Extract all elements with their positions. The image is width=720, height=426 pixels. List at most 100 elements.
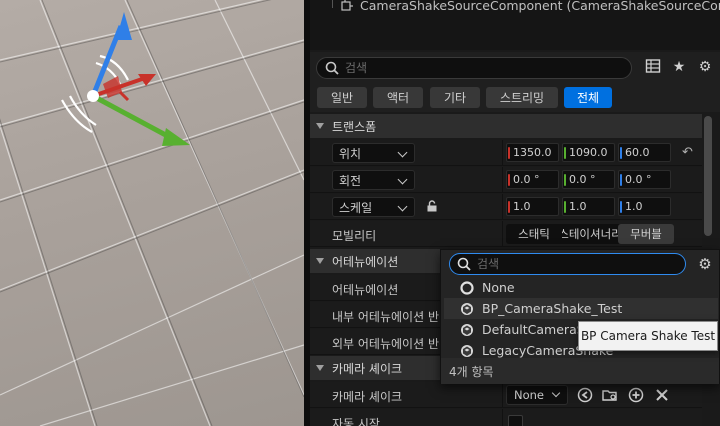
chevron-down-icon bbox=[316, 123, 324, 129]
property-row-rotation: 회전 0.0 ° 0.0 ° 0.0 ° bbox=[310, 167, 702, 193]
component-icon bbox=[341, 0, 353, 11]
z-axis-marker bbox=[620, 147, 622, 159]
column-divider bbox=[502, 140, 503, 165]
folder-icon[interactable] bbox=[601, 387, 619, 405]
property-row-location: 위치 1350.0 1090.0 60.0 ↶ bbox=[310, 140, 702, 166]
x-axis-marker bbox=[508, 147, 510, 159]
component-label: CameraShakeSourceComponent (CameraShakeS… bbox=[360, 0, 720, 13]
filter-actor[interactable]: 액터 bbox=[373, 87, 423, 108]
scale-z-field[interactable]: 1.0 bbox=[618, 197, 671, 216]
reset-arrow-icon[interactable]: ↶ bbox=[682, 146, 696, 160]
none-circle-icon bbox=[460, 280, 474, 295]
clear-icon[interactable] bbox=[653, 387, 671, 405]
property-row-scale: 스케일 1.0 1.0 1.0 bbox=[310, 194, 702, 220]
class-picker-popup: ⚙ None BP_CameraShake_Test DefaultCamera… bbox=[440, 249, 720, 384]
filter-general[interactable]: 일반 bbox=[317, 87, 367, 108]
scale-z-value: 1.0 bbox=[625, 200, 643, 213]
blueprint-class-icon bbox=[461, 323, 473, 336]
search-icon bbox=[457, 257, 471, 271]
rotation-z-field[interactable]: 0.0 ° bbox=[618, 170, 671, 189]
header-icons: ★ ⚙ bbox=[644, 58, 714, 76]
x-axis-marker bbox=[508, 174, 510, 186]
details-search-row: ★ ⚙ bbox=[310, 52, 720, 84]
mobility-movable[interactable]: 무버블 bbox=[618, 224, 674, 244]
popup-item-label: BP_CameraShake_Test bbox=[482, 301, 623, 316]
scale-y-value: 1.0 bbox=[569, 200, 587, 213]
attenuation-label: 어테뉴에이션 bbox=[332, 283, 399, 297]
mobility-stationary[interactable]: 스테이셔너리 bbox=[562, 224, 618, 244]
rotation-x-field[interactable]: 0.0 ° bbox=[506, 170, 559, 189]
rotation-label: 회전 bbox=[339, 173, 362, 188]
rotation-mode-dropdown[interactable]: 회전 bbox=[332, 170, 415, 190]
chevron-down-icon bbox=[551, 388, 561, 398]
y-axis-marker bbox=[564, 174, 566, 186]
location-z-value: 60.0 bbox=[625, 146, 650, 159]
auto-start-label: 자동 시작 bbox=[332, 417, 380, 426]
chevron-down-icon bbox=[397, 201, 408, 212]
location-z-field[interactable]: 60.0 bbox=[618, 143, 671, 162]
component-item[interactable]: CameraShakeSourceComponent (CameraShakeS… bbox=[340, 0, 720, 14]
z-axis-marker bbox=[620, 174, 622, 186]
column-divider bbox=[502, 221, 503, 246]
component-tree: CameraShakeSourceComponent (CameraShakeS… bbox=[310, 0, 720, 50]
level-viewport[interactable] bbox=[0, 0, 304, 426]
property-row-camera-shake: 카메라 셰이크 None bbox=[310, 382, 702, 408]
gear-icon[interactable]: ⚙ bbox=[696, 58, 714, 76]
scale-x-field[interactable]: 1.0 bbox=[506, 197, 559, 216]
filter-streaming[interactable]: 스트리밍 bbox=[486, 87, 558, 108]
column-divider bbox=[502, 409, 503, 426]
column-divider bbox=[502, 167, 503, 192]
y-axis-marker bbox=[564, 201, 566, 213]
search-icon bbox=[325, 61, 339, 75]
popup-search-box[interactable] bbox=[449, 253, 686, 275]
details-search-input[interactable] bbox=[345, 61, 625, 75]
chevron-down-icon bbox=[316, 365, 324, 371]
browse-arrow-icon[interactable] bbox=[576, 387, 594, 405]
location-label: 위치 bbox=[339, 146, 362, 161]
popup-item-count: 4개 항목 bbox=[441, 358, 719, 384]
scale-mode-dropdown[interactable]: 스케일 bbox=[332, 197, 415, 217]
popup-item-bp-camerashake-test[interactable]: BP_CameraShake_Test bbox=[444, 298, 718, 319]
filter-tabs: 일반 액터 기타 스트리밍 전체 bbox=[310, 84, 720, 112]
camera-shake-label: 카메라 셰이크 bbox=[332, 390, 403, 404]
add-icon[interactable] bbox=[627, 387, 645, 405]
location-mode-dropdown[interactable]: 위치 bbox=[332, 143, 415, 163]
details-scrollbar[interactable] bbox=[704, 116, 712, 236]
popup-item-label: None bbox=[482, 280, 515, 295]
mobility-label: 모빌리티 bbox=[332, 229, 377, 243]
location-x-value: 1350.0 bbox=[513, 146, 552, 159]
lock-icon[interactable] bbox=[426, 200, 438, 212]
popup-item-none[interactable]: None bbox=[444, 277, 718, 298]
transform-gizmo-icon bbox=[87, 12, 190, 146]
auto-start-checkbox[interactable] bbox=[508, 415, 523, 426]
category-transform[interactable]: 트랜스폼 bbox=[310, 114, 702, 138]
table-icon[interactable] bbox=[644, 58, 662, 76]
blueprint-class-icon bbox=[461, 344, 473, 357]
popup-search-input[interactable] bbox=[477, 257, 677, 271]
rotation-y-value: 0.0 ° bbox=[569, 173, 596, 186]
mobility-static[interactable]: 스태틱 bbox=[506, 224, 562, 244]
details-search-box[interactable] bbox=[316, 57, 632, 79]
category-camera-shake-label: 카메라 셰이크 bbox=[332, 361, 403, 376]
location-y-field[interactable]: 1090.0 bbox=[562, 143, 615, 162]
z-axis-marker bbox=[620, 201, 622, 213]
scale-x-value: 1.0 bbox=[513, 200, 531, 213]
rotation-z-value: 0.0 ° bbox=[625, 173, 652, 186]
category-attenuation-label: 어테뉴에이션 bbox=[332, 254, 399, 269]
filter-misc[interactable]: 기타 bbox=[430, 87, 480, 108]
column-divider bbox=[502, 382, 503, 407]
filter-all[interactable]: 전체 bbox=[564, 87, 612, 108]
rotation-x-value: 0.0 ° bbox=[513, 173, 540, 186]
camera-shake-class-dropdown[interactable]: None bbox=[506, 385, 568, 405]
star-icon[interactable]: ★ bbox=[670, 58, 688, 76]
item-tooltip: BP Camera Shake Test bbox=[578, 321, 718, 351]
gear-icon[interactable]: ⚙ bbox=[695, 254, 715, 274]
chevron-down-icon bbox=[397, 147, 408, 158]
property-row-mobility: 모빌리티 스태틱 스테이셔너리 무버블 bbox=[310, 221, 702, 247]
location-y-value: 1090.0 bbox=[569, 146, 608, 159]
rotation-y-field[interactable]: 0.0 ° bbox=[562, 170, 615, 189]
chevron-down-icon bbox=[316, 258, 324, 264]
scale-y-field[interactable]: 1.0 bbox=[562, 197, 615, 216]
property-row-auto-start: 자동 시작 bbox=[310, 409, 702, 426]
location-x-field[interactable]: 1350.0 bbox=[506, 143, 559, 162]
